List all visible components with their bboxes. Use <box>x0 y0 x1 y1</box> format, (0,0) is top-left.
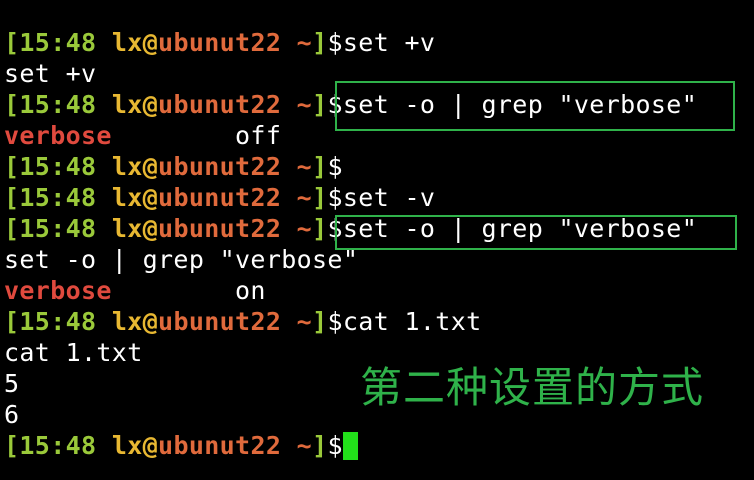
output-text: 6 <box>4 400 20 429</box>
prompt-user: lx <box>111 214 143 243</box>
command-text: $cat 1.txt <box>327 307 482 336</box>
output-text: cat 1.txt <box>4 338 143 367</box>
prompt-user: lx <box>111 28 143 57</box>
output-line: verbose off <box>4 120 754 151</box>
prompt-time: 15:48 <box>19 152 112 181</box>
prompt-time: 15:48 <box>19 28 112 57</box>
prompt-user: lx <box>111 152 143 181</box>
prompt-time: 15:48 <box>19 431 112 460</box>
prompt-user: lx <box>111 431 143 460</box>
prompt-path: ~ <box>296 214 313 243</box>
prompt-bracket-open: [ <box>4 214 20 243</box>
prompt-line: [15:48 lx@ubunut22 ~]$set +v <box>4 27 754 58</box>
prompt-bracket-close: ] <box>312 183 328 212</box>
prompt-path: ~ <box>296 90 313 119</box>
prompt-at: @ <box>142 307 159 336</box>
prompt-at: @ <box>142 214 159 243</box>
command-text: $set -v <box>327 183 436 212</box>
command-text: $ <box>327 152 343 181</box>
prompt-path: ~ <box>296 183 313 212</box>
output-line: verbose on <box>4 275 754 306</box>
prompt-time: 15:48 <box>19 183 112 212</box>
prompt-at: @ <box>142 183 159 212</box>
prompt-line: [15:48 lx@ubunut22 ~]$set -v <box>4 182 754 213</box>
prompt-host: ubunut22 <box>158 307 297 336</box>
setting-value: on <box>111 276 266 305</box>
prompt-path: ~ <box>296 152 313 181</box>
setting-name: verbose <box>4 276 112 305</box>
prompt-time: 15:48 <box>19 307 112 336</box>
output-text: set -o | grep "verbose" <box>4 245 359 274</box>
prompt-host: ubunut22 <box>158 431 297 460</box>
prompt-host: ubunut22 <box>158 90 297 119</box>
command-text: $set -o | grep "verbose" <box>327 90 698 119</box>
prompt-bracket-open: [ <box>4 28 20 57</box>
output-line: set +v <box>4 58 754 89</box>
prompt-at: @ <box>142 152 159 181</box>
prompt-bracket-open: [ <box>4 183 20 212</box>
prompt-host: ubunut22 <box>158 183 297 212</box>
prompt-path: ~ <box>296 28 313 57</box>
prompt-bracket-open: [ <box>4 431 20 460</box>
prompt-host: ubunut22 <box>158 28 297 57</box>
prompt-at: @ <box>142 90 159 119</box>
output-text: set +v <box>4 59 97 88</box>
command-text: $set -o | grep "verbose" <box>327 214 698 243</box>
prompt-time: 15:48 <box>19 214 112 243</box>
output-line: set -o | grep "verbose" <box>4 244 754 275</box>
prompt-bracket-open: [ <box>4 152 20 181</box>
prompt-line: [15:48 lx@ubunut22 ~]$ <box>4 151 754 182</box>
prompt-user: lx <box>111 183 143 212</box>
prompt-bracket-close: ] <box>312 431 328 460</box>
prompt-user: lx <box>111 90 143 119</box>
terminal-cursor <box>342 432 358 460</box>
prompt-bracket-open: [ <box>4 307 20 336</box>
prompt-path: ~ <box>296 307 313 336</box>
prompt-bracket-open: [ <box>4 90 20 119</box>
prompt-user: lx <box>111 307 143 336</box>
prompt-bracket-close: ] <box>312 152 328 181</box>
prompt-time: 15:48 <box>19 90 112 119</box>
setting-name: verbose <box>4 121 112 150</box>
output-text: 5 <box>4 369 20 398</box>
setting-value: off <box>111 121 282 150</box>
prompt-line: [15:48 lx@ubunut22 ~]$set -o | grep "ver… <box>4 89 754 120</box>
prompt-at: @ <box>142 431 159 460</box>
prompt-at: @ <box>142 28 159 57</box>
prompt-bracket-close: ] <box>312 90 328 119</box>
prompt-path: ~ <box>296 431 313 460</box>
prompt-bracket-close: ] <box>312 307 328 336</box>
annotation-text: 第二种设置的方式 <box>360 363 705 412</box>
prompt-line: [15:48 lx@ubunut22 ~]$cat 1.txt <box>4 306 754 337</box>
prompt-host: ubunut22 <box>158 214 297 243</box>
prompt-host: ubunut22 <box>158 152 297 181</box>
command-text: $set +v <box>327 28 436 57</box>
prompt-line: [15:48 lx@ubunut22 ~]$ <box>4 430 754 461</box>
prompt-bracket-close: ] <box>312 28 328 57</box>
prompt-line: [15:48 lx@ubunut22 ~]$set -o | grep "ver… <box>4 213 754 244</box>
command-text: $ <box>327 431 343 460</box>
prompt-bracket-close: ] <box>312 214 328 243</box>
